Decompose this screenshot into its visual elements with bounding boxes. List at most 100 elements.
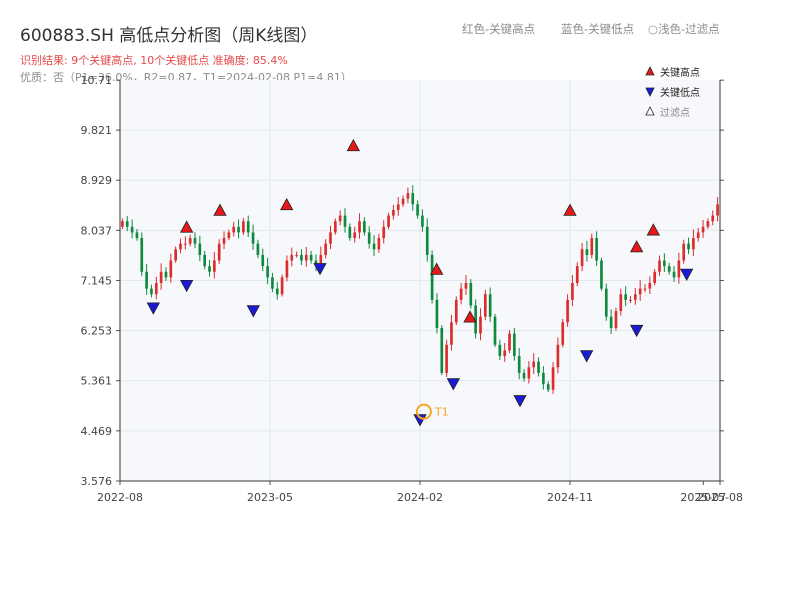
- candle-body: [513, 333, 516, 357]
- candle-body: [696, 232, 700, 239]
- candle-body: [600, 260, 603, 289]
- x-tick-label: 2024-02: [397, 491, 443, 504]
- candle-body: [551, 367, 555, 390]
- candle-body: [532, 361, 536, 368]
- x-tick-label: 2025-08: [697, 491, 743, 504]
- candle-body: [701, 226, 705, 233]
- candle-body: [542, 372, 545, 385]
- candle-body: [503, 350, 507, 357]
- candle-body: [333, 221, 337, 233]
- candle-body: [217, 243, 221, 261]
- candle-body: [222, 238, 226, 244]
- candle-body: [653, 271, 657, 284]
- candle: [280, 274, 284, 297]
- candle-body: [135, 232, 139, 239]
- candle-body: [295, 254, 298, 256]
- candle-body: [711, 215, 715, 222]
- y-tick-label: 4.469: [81, 425, 113, 438]
- candle-body: [546, 384, 550, 390]
- candle-body: [416, 204, 419, 216]
- candle: [140, 232, 144, 277]
- candle-body: [271, 277, 274, 289]
- candle-body: [624, 294, 627, 300]
- candle: [600, 257, 603, 291]
- candle: [469, 279, 473, 309]
- candle-body: [692, 238, 695, 250]
- candle-body: [174, 249, 177, 261]
- candle-body: [527, 367, 531, 379]
- candle-body: [203, 254, 207, 267]
- candle-body: [667, 266, 671, 272]
- candle-body: [508, 333, 511, 351]
- candle-body: [493, 316, 497, 345]
- candle-body: [329, 232, 332, 244]
- candlestick-chart: 3.576 4.469 5.361 6.253 7.145 8.037 8.929 9.821…: [81, 66, 743, 504]
- legend-entry-label: 过滤点: [660, 106, 690, 119]
- candle-body: [198, 243, 202, 255]
- candle-body: [256, 243, 260, 255]
- candle-body: [425, 226, 429, 255]
- candle-body: [227, 232, 231, 239]
- candle-body: [716, 204, 719, 216]
- candle-body: [517, 356, 521, 373]
- candle: [430, 250, 434, 304]
- candle-body: [479, 316, 482, 334]
- candle-body: [488, 294, 492, 317]
- candle-body: [706, 221, 710, 227]
- candle-body: [251, 232, 255, 244]
- candle-body: [638, 288, 642, 295]
- y-tick-label: 9.821: [81, 124, 113, 137]
- candle: [604, 283, 608, 321]
- x-tick-label: 2024-11: [547, 491, 593, 504]
- candle: [508, 330, 511, 354]
- legend-entry-label: 关键低点: [660, 86, 700, 99]
- candle-body: [522, 372, 526, 379]
- candle-body: [629, 299, 632, 301]
- candle-body: [440, 327, 444, 373]
- y-tick-label: 10.71: [81, 74, 113, 87]
- candle-body: [343, 215, 347, 227]
- candle-body: [454, 299, 458, 323]
- candle-body: [643, 288, 647, 290]
- candle-body: [672, 271, 676, 278]
- candle-body: [387, 215, 390, 227]
- candle-body: [677, 260, 681, 278]
- candle-body: [246, 221, 250, 233]
- candle: [440, 325, 444, 376]
- candle-body: [367, 232, 371, 244]
- candle-body: [150, 288, 153, 295]
- y-tick-label: 8.929: [81, 174, 113, 187]
- candle-body: [401, 198, 405, 205]
- candle-body: [232, 226, 236, 233]
- candle: [483, 289, 487, 321]
- candle-body: [169, 260, 173, 278]
- candle-body: [261, 254, 265, 267]
- candle-body: [411, 193, 415, 205]
- candle-body: [619, 294, 623, 312]
- candle-body: [121, 221, 124, 227]
- candle-body: [396, 204, 400, 210]
- y-tick-label: 3.576: [81, 475, 113, 488]
- candle-body: [309, 254, 313, 261]
- candle-body: [208, 266, 211, 272]
- y-tick-label: 5.361: [81, 375, 113, 388]
- candle-body: [193, 238, 197, 244]
- candle-body: [609, 316, 613, 328]
- candle-body: [304, 254, 308, 261]
- candle-body: [464, 283, 468, 289]
- candle-body: [435, 299, 439, 328]
- candle-body: [382, 226, 386, 239]
- candle: [493, 313, 497, 348]
- legend-entry-label: 关键高点: [660, 66, 700, 79]
- candle-body: [280, 277, 284, 295]
- candle-body: [353, 232, 357, 239]
- candle-body: [348, 226, 352, 239]
- candle-body: [363, 221, 366, 233]
- candle-body: [595, 238, 598, 261]
- candle-body: [275, 288, 279, 295]
- candle-body: [682, 243, 686, 261]
- candle-body: [213, 260, 216, 272]
- candle-body: [445, 344, 448, 373]
- candle-body: [633, 294, 637, 300]
- candle-body: [266, 266, 269, 278]
